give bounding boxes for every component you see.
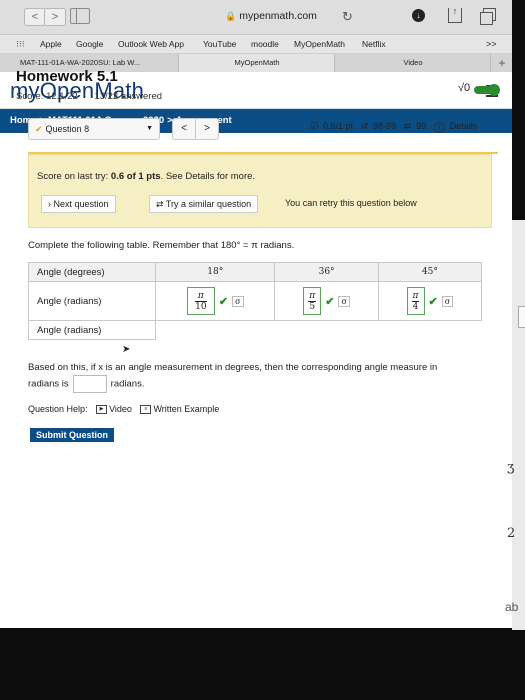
tab-video[interactable]: Video [334,54,491,72]
preview-icon[interactable]: σ [232,295,244,307]
row-label: Angle (radians) [28,281,156,321]
points-icon: ☑ [310,121,319,131]
page-title: Homework 5.1 [16,68,118,85]
radian-cell: π 10 ✔ σ [154,281,276,321]
fav-outlook[interactable]: Outlook Web App [118,35,184,53]
fav-netflix[interactable]: Netflix [362,35,386,53]
address-bar[interactable]: 🔒 mypenmath.com [176,6,366,26]
question-select[interactable]: ✔ Question 8 ▼ [28,118,160,140]
points-text: 0.6/1 pt [323,121,354,131]
fav-google[interactable]: Google [76,35,103,53]
table-row: Angle (radians) [28,320,482,340]
table-row: Angle (radians) π 10 ✔ σ π 5 ✔ σ π 4 ✔ σ [28,281,483,321]
try-similar-button[interactable]: ⇄ Try a similar question [149,195,259,213]
question-meta: ☑ 0.6/1 pt ↺ 98-99 ⇄ 99 i Details [310,121,482,133]
answered-count: 13/22 answered [94,91,163,102]
background-window-handle [518,306,525,328]
fav-youtube[interactable]: YouTube [203,35,236,53]
chevron-down-icon: ▼ [146,125,153,132]
answer-box[interactable]: π 10 [186,287,215,315]
sidebar-icon[interactable] [70,8,90,24]
grid-icon[interactable]: ⁝⁝⁝ [16,39,25,49]
math-entry-toggle[interactable] [474,84,500,96]
partial-check-icon: ✔ [35,124,43,134]
retry-text: You can retry this question below [285,198,417,208]
row-label: Angle (degrees) [28,262,156,282]
next-question-button[interactable]: > [195,118,219,140]
degree-cell: 18° [154,262,276,282]
answer-box[interactable]: π4 [406,287,425,315]
question-nav: ✔ Question 8 ▼ < > ☑ 0.6/1 pt ↺ 98-99 ⇄ 99 i… [28,118,498,140]
lock-icon: 🔒 [225,11,237,21]
homework-score: Score: 12.1/22 13/22 answered [16,91,162,102]
submit-question-button[interactable]: Submit Question [30,428,114,442]
retries-icon: ⇄ [403,121,412,131]
preview-icon[interactable]: σ [441,295,454,307]
problem-instruction: Complete the following table. Remember t… [28,240,295,251]
question-label: Question 8 [45,124,90,134]
refresh-icon: ⇄ [156,199,164,209]
ipad-screen: < > 🔒 mypenmath.com ↻ ↓ ↑ ⁝⁝⁝ Apple Googl… [0,0,512,628]
fav-moodle[interactable]: moodle [251,35,279,53]
radian-cell: π 4 ✔ σ [377,281,483,321]
tabs-icon[interactable] [480,8,496,25]
sqrt-icon: √0 [458,82,471,94]
reload-icon[interactable]: ↻ [342,9,353,25]
attempts-icon: ↺ [360,121,369,131]
share-icon[interactable]: ↑ [448,7,462,23]
next-question-link[interactable]: › Next question [41,195,116,213]
favorites-bar: ⁝⁝⁝ Apple Google Outlook Web App YouTube… [0,35,512,54]
edge-glyph: 2 [507,526,516,541]
question-help: Question Help: ▶ Video ≡ Written Example [28,404,220,415]
browser-toolbar: < > 🔒 mypenmath.com ↻ ↓ ↑ [0,0,512,35]
fav-myopenmath[interactable]: MyOpenMath [294,35,345,53]
answer-box[interactable]: π5 [303,287,322,315]
tab-myopenmath[interactable]: MyOpenMath [178,54,335,72]
video-icon: ▶ [96,405,108,415]
attempts-text: 98-99 [373,121,397,131]
row-label: Angle (radians) [28,320,156,340]
document-icon: ≡ [140,405,152,415]
fav-apple[interactable]: Apple [40,35,62,53]
previous-question-button[interactable]: < [172,118,196,140]
score-notice: Score on last try: 0.6 of 1 pts. See Det… [28,154,492,228]
last-score: 0.6 of 1 pts [110,171,161,182]
url-text: mypenmath.com [239,10,317,22]
info-icon[interactable]: i [433,122,445,133]
angle-table: Angle (degrees) 18° 36° 45° Angle (radia… [28,262,483,340]
follow-up-question: Based on this, if x is an angle measurem… [28,360,484,393]
degree-cell: 45° [377,262,483,282]
radians-input[interactable] [72,375,107,393]
degree-cell: 36° [274,262,379,282]
correct-check-icon: ✔ [325,294,335,308]
background-window-edge [512,220,525,630]
details-link[interactable]: Details [450,121,478,131]
video-link[interactable]: ▶ Video [96,404,132,415]
written-example-link[interactable]: ≡ Written Example [140,404,219,415]
back-button[interactable]: < [24,8,46,26]
table-row: Angle (degrees) 18° 36° 45° [28,262,483,282]
new-tab-button[interactable]: + [490,54,512,72]
download-icon[interactable]: ↓ [412,9,425,22]
correct-check-icon: ✔ [218,294,229,308]
notice-text: Score on last try: 0.6 of 1 pts. See Det… [37,171,256,182]
favorites-more-icon[interactable]: >> [486,35,497,53]
score-text: Score: 12.1/22 [16,91,78,102]
edge-glyph: ab [505,600,519,614]
mouse-cursor-icon: ➤ [122,344,131,355]
forward-button[interactable]: > [44,8,66,26]
retries-text: 99 [416,121,427,131]
radian-cell: π 5 ✔ σ [274,281,379,321]
correct-check-icon: ✔ [428,294,438,308]
preview-icon[interactable]: σ [338,295,350,307]
edge-glyph: ʒ [507,460,515,475]
